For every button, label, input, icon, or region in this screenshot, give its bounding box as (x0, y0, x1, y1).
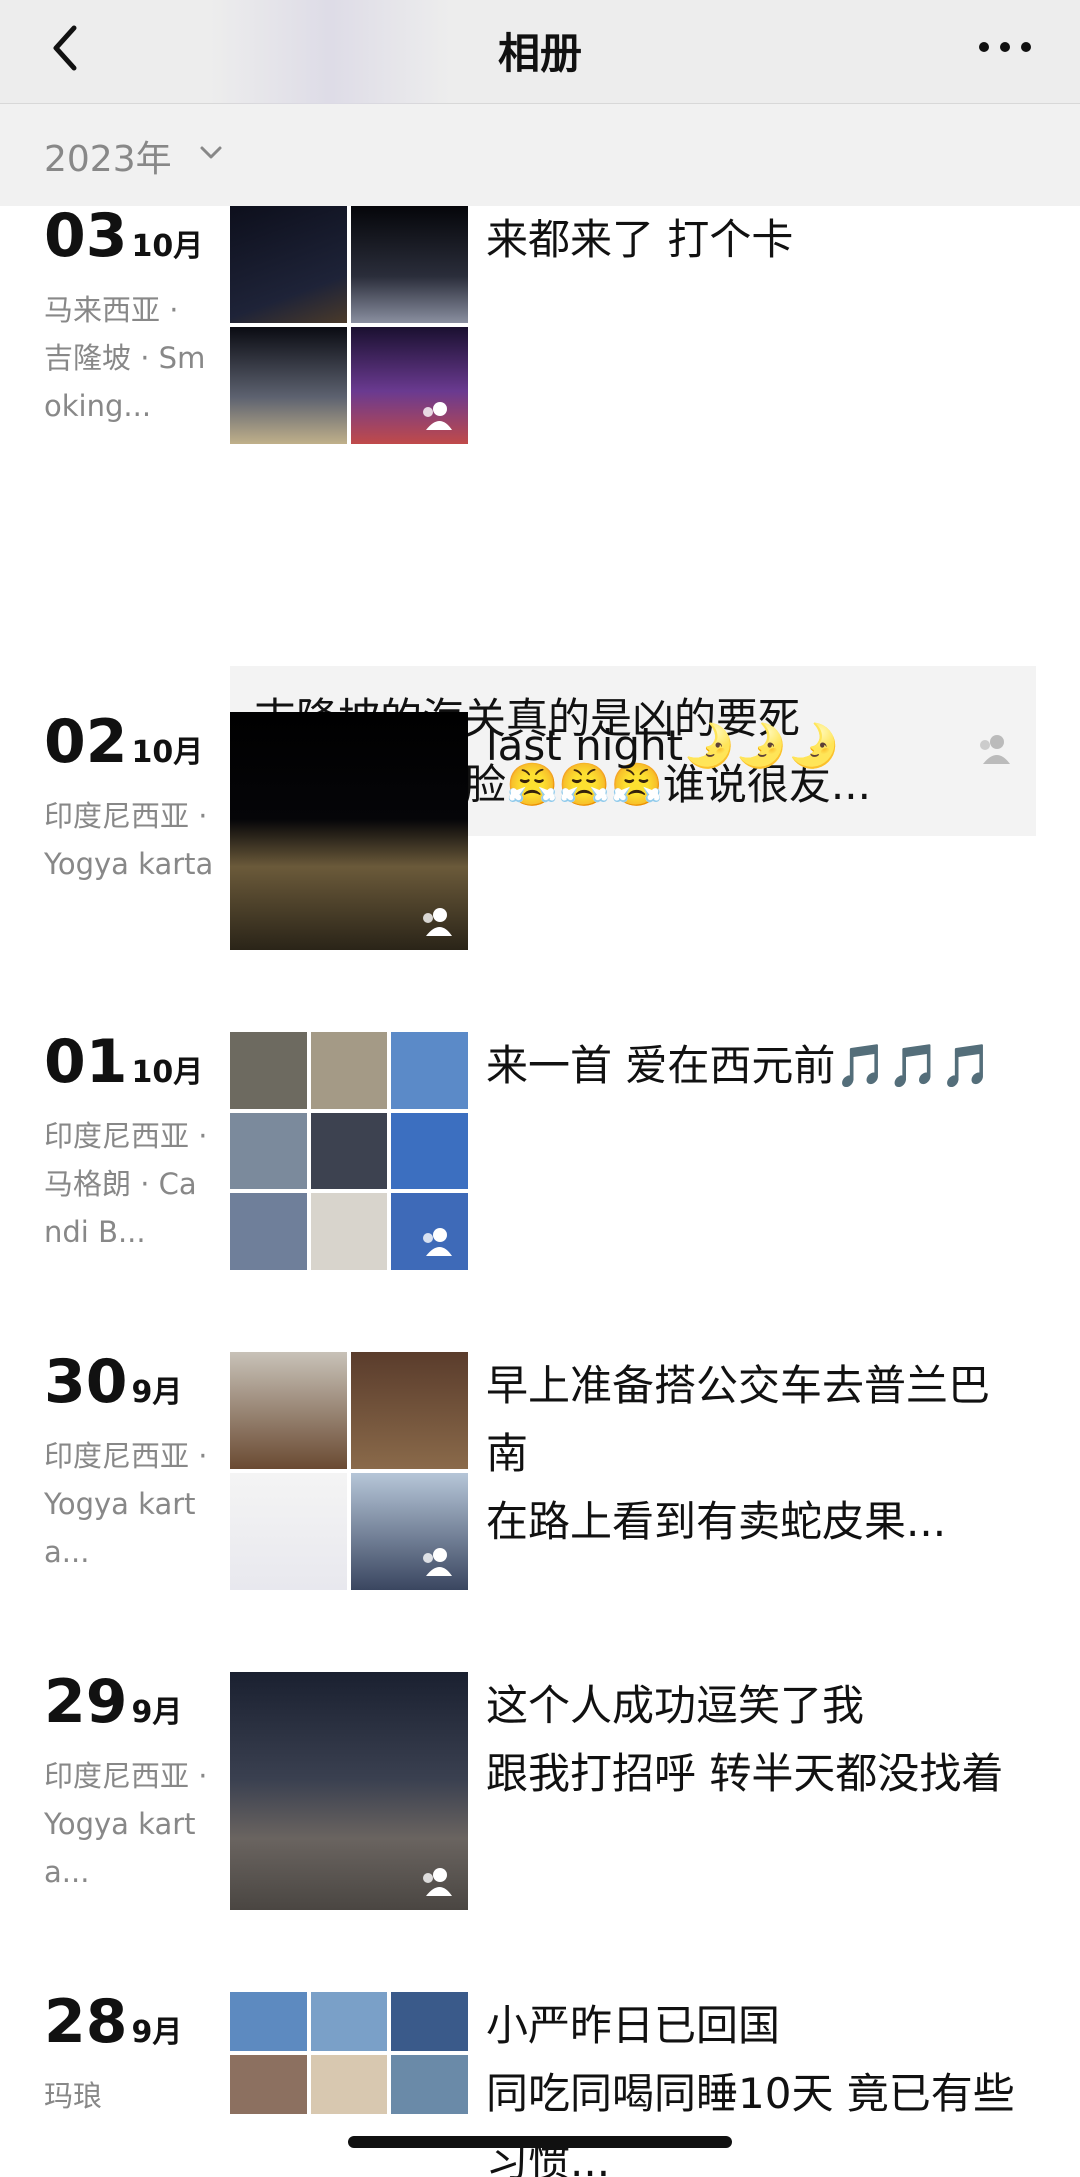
top-nav-bar: 相册 (0, 0, 1080, 104)
photo-thumbnail (391, 1032, 468, 1109)
photo-thumbnail (230, 1352, 347, 1469)
post-location: 马来西亚 · 吉隆坡 · Smoking... (44, 293, 206, 423)
moment-post[interactable]: 29 9月 印度尼西亚 · Yogya karta... 这个人成功逗笑了我 跟我… (0, 1672, 1080, 1912)
photo-thumbnail (351, 1352, 468, 1469)
post-thumbnail-grid[interactable] (230, 1352, 468, 1590)
friends-visibility-icon (423, 908, 452, 936)
photo-thumbnail (310, 1992, 388, 2051)
post-month: 10月 (131, 735, 204, 770)
photo-thumbnail (230, 1112, 307, 1190)
moment-post[interactable]: 30 9月 印度尼西亚 · Yogya karta... 早上准备搭公交车去普兰巴… (0, 1352, 1080, 1592)
photo-thumbnail (391, 1112, 468, 1190)
post-month: 9月 (131, 2015, 183, 2050)
post-caption: 来一首 爱在西元前🎵🎵🎵 (486, 1041, 993, 1090)
post-date: 28 9月 (44, 1992, 182, 2052)
photo-thumbnail (230, 1992, 307, 2051)
post-day: 01 (44, 1027, 128, 1097)
post-date: 03 10月 (44, 206, 203, 266)
post-month: 9月 (131, 1695, 183, 1730)
post-day: 29 (44, 1667, 128, 1737)
post-location: 印度尼西亚 · 马格朗 · Candi B... (44, 1119, 208, 1249)
chevron-down-icon[interactable] (196, 138, 226, 168)
post-day: 30 (44, 1347, 128, 1417)
photo-thumbnail (230, 1473, 347, 1590)
post-location: 印度尼西亚 · Yogya karta... (44, 1439, 208, 1569)
photo-thumbnail (310, 1032, 388, 1109)
post-thumbnail-grid[interactable] (230, 206, 468, 444)
friends-visibility-icon (423, 402, 452, 430)
page-title: 相册 (497, 29, 582, 78)
post-month: 9月 (131, 1375, 183, 1410)
photo-thumbnail (230, 327, 347, 444)
post-location: 印度尼西亚 · Yogya karta... (44, 1759, 208, 1889)
friends-visibility-icon (423, 1548, 452, 1576)
post-thumbnail[interactable] (230, 1672, 468, 1910)
photo-thumbnail (310, 1193, 388, 1270)
moment-post[interactable]: 02 10月 印度尼西亚 · Yogya karta last night🌛🌛🌛 (0, 712, 1080, 952)
post-caption: last night🌛🌛🌛 (486, 721, 841, 770)
post-day: 28 (44, 1987, 128, 2057)
post-date: 30 9月 (44, 1352, 182, 1412)
year-label[interactable]: 2023年 (44, 130, 172, 182)
post-date: 02 10月 (44, 712, 203, 772)
post-month: 10月 (131, 229, 204, 264)
post-thumbnail[interactable] (230, 712, 468, 950)
post-thumbnail-grid[interactable] (230, 1992, 468, 2177)
photo-thumbnail (391, 2055, 468, 2114)
photo-thumbnail (230, 206, 347, 323)
photo-thumbnail (310, 2055, 388, 2114)
moment-post[interactable]: 01 10月 印度尼西亚 · 马格朗 · Candi B... 来一首 爱在西元前… (0, 1032, 1080, 1272)
photo-thumbnail (351, 206, 468, 323)
post-caption: 小严昨日已回国 同吃同喝同睡10天 竟已有些习惯... (486, 2001, 1015, 2177)
moment-post[interactable]: 28 9月 玛琅 小严昨日已回国 同吃同喝同睡10天 竟已有些习惯... (0, 1992, 1080, 2177)
post-caption: 早上准备搭公交车去普兰巴南 在路上看到有卖蛇皮果... (486, 1361, 991, 1546)
friends-visibility-icon (423, 1228, 452, 1256)
post-day: 03 (44, 201, 128, 271)
post-location: 玛琅 (44, 2079, 103, 2113)
post-caption: 这个人成功逗笑了我 跟我打招呼 转半天都没找着 (486, 1681, 1004, 1798)
photo-thumbnail (230, 2055, 307, 2114)
post-caption: 来都来了 打个卡 (486, 215, 794, 264)
photo-thumbnail (310, 1112, 388, 1190)
post-location: 印度尼西亚 · Yogya karta (44, 799, 214, 881)
photo-thumbnail (230, 1032, 307, 1109)
post-thumbnail-grid[interactable] (230, 1032, 468, 1270)
post-date: 01 10月 (44, 1032, 203, 1092)
more-options-icon[interactable] (970, 22, 1040, 72)
photo-thumbnail (391, 1992, 468, 2051)
post-date: 29 9月 (44, 1672, 182, 1732)
home-indicator (348, 2136, 732, 2148)
year-selector-bar[interactable]: 2023年 (0, 104, 1080, 206)
friends-visibility-icon (423, 1868, 452, 1896)
photo-thumbnail (230, 1193, 307, 1270)
post-day: 02 (44, 707, 128, 777)
post-month: 10月 (131, 1055, 204, 1090)
